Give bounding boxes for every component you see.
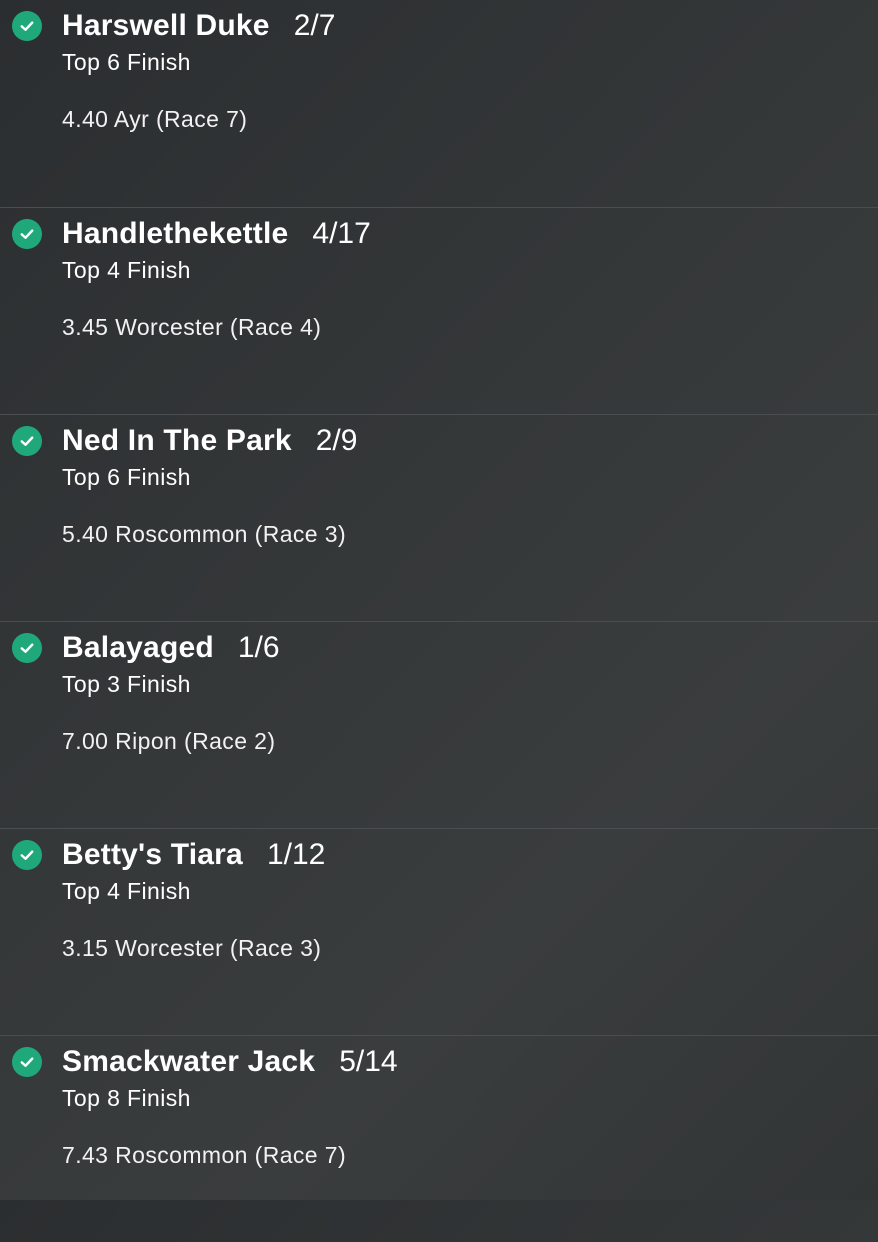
event-name: 7.00 Ripon (Race 2) [62,728,276,754]
event-name: 7.43 Roscommon (Race 7) [62,1142,347,1168]
market-name: Top 6 Finish [62,49,191,75]
check-icon [12,11,42,41]
market-name: Top 4 Finish [62,257,191,283]
check-icon [12,633,42,663]
check-icon [12,840,42,870]
runner-line: Ned In The Park 2/9 [62,424,357,458]
runner-odds: 5/14 [339,1045,398,1078]
market-name: Top 8 Finish [62,1085,191,1111]
runner-name: Balayaged [62,631,214,664]
runner-odds: 4/17 [312,217,371,250]
market-name: Top 3 Finish [62,671,191,697]
runner-line: Betty's Tiara 1/12 [62,838,325,872]
selection-item[interactable]: Harswell Duke 2/7 Top 6 Finish 4.40 Ayr … [0,0,878,207]
check-icon [12,219,42,249]
market-name: Top 4 Finish [62,878,191,904]
check-icon [12,1047,42,1077]
runner-odds: 2/9 [315,424,358,457]
selection-item[interactable]: Smackwater Jack 5/14 Top 8 Finish 7.43 R… [0,1035,878,1242]
runner-name: Smackwater Jack [62,1045,316,1078]
event-name: 5.40 Roscommon (Race 3) [62,521,347,547]
event-name: 3.45 Worcester (Race 4) [62,314,322,340]
runner-odds: 2/7 [293,9,336,42]
runner-name: Betty's Tiara [62,838,243,871]
runner-name: Harswell Duke [62,9,270,42]
runner-line: Handlethekettle 4/17 [62,217,371,251]
runner-name: Handlethekettle [62,217,289,250]
event-name: 3.15 Worcester (Race 3) [62,935,322,961]
runner-line: Smackwater Jack 5/14 [62,1045,398,1079]
check-icon [12,426,42,456]
bet-selections-list: Harswell Duke 2/7 Top 6 Finish 4.40 Ayr … [0,0,878,1200]
runner-name: Ned In The Park [62,424,292,457]
event-name: 4.40 Ayr (Race 7) [62,106,248,132]
runner-line: Harswell Duke 2/7 [62,9,335,43]
selection-item[interactable]: Handlethekettle 4/17 Top 4 Finish 3.45 W… [0,207,878,414]
selection-item[interactable]: Balayaged 1/6 Top 3 Finish 7.00 Ripon (R… [0,621,878,828]
runner-odds: 1/12 [266,838,326,871]
selection-item[interactable]: Ned In The Park 2/9 Top 6 Finish 5.40 Ro… [0,414,878,621]
market-name: Top 6 Finish [62,464,191,490]
runner-odds: 1/6 [237,631,280,664]
selection-item[interactable]: Betty's Tiara 1/12 Top 4 Finish 3.15 Wor… [0,828,878,1035]
runner-line: Balayaged 1/6 [62,631,280,665]
